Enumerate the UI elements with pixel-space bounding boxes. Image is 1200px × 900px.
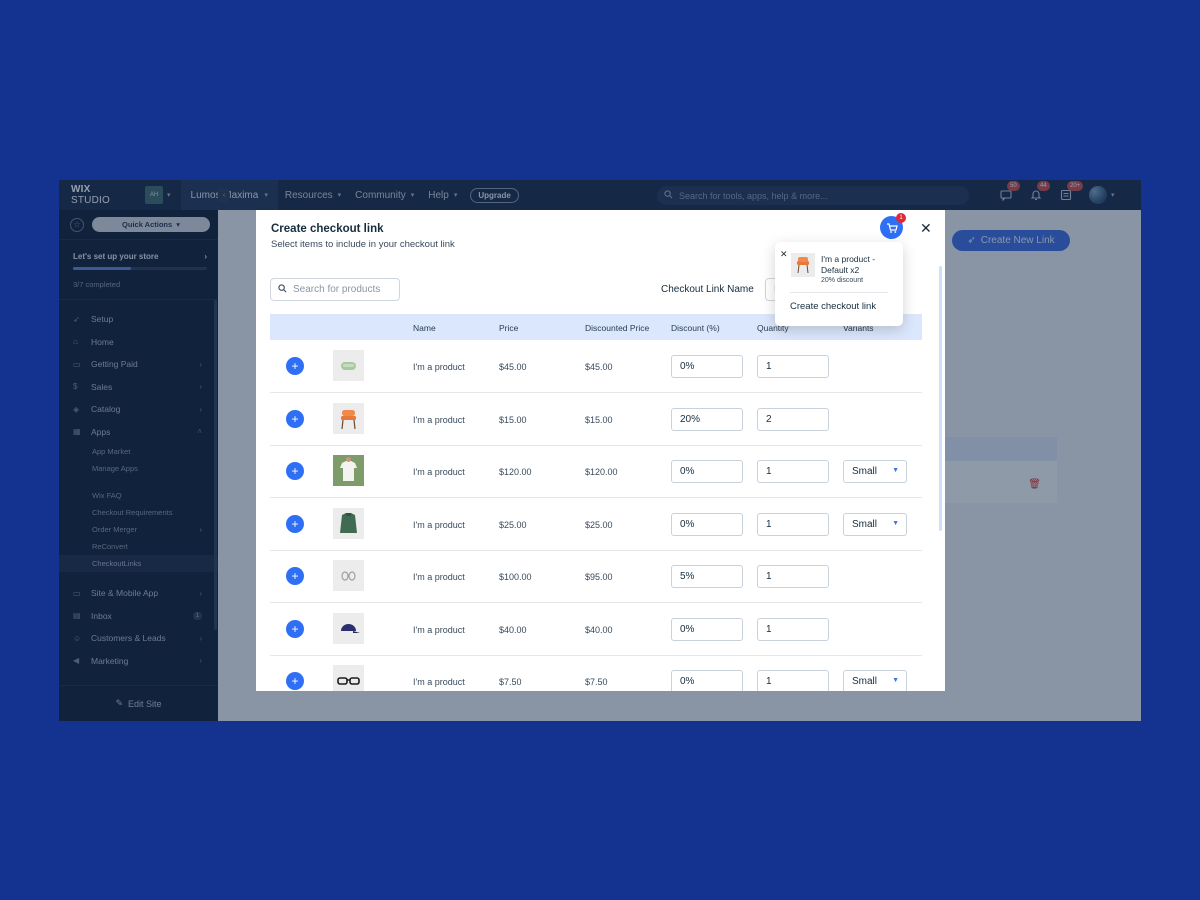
product-discounted-price: $7.50 xyxy=(585,677,608,687)
product-thumbnail xyxy=(333,507,364,539)
product-search-placeholder: Search for products xyxy=(293,284,381,295)
product-thumbnail xyxy=(333,455,364,486)
remove-item-icon[interactable]: ✕ xyxy=(780,249,788,260)
add-product-button[interactable]: + xyxy=(286,672,304,690)
create-checkout-link-button[interactable]: Create checkout link xyxy=(790,301,876,312)
product-discounted-price: $95.00 xyxy=(585,572,613,582)
variant-select[interactable]: Small ▼ xyxy=(843,670,907,691)
cart-count-badge: 1 xyxy=(896,213,906,223)
add-product-button[interactable]: + xyxy=(286,357,304,375)
product-name: I'm a product xyxy=(413,467,465,477)
discount-input[interactable]: 0% xyxy=(671,670,743,691)
add-product-button[interactable]: + xyxy=(286,409,304,428)
product-name: I'm a product xyxy=(413,572,465,582)
discount-input[interactable]: 0% xyxy=(671,617,743,641)
quantity-input[interactable]: 1 xyxy=(757,512,829,536)
discount-input[interactable]: 0% xyxy=(671,460,743,483)
product-name: I'm a product xyxy=(413,624,465,635)
table-row: + I'm a product $45.00 $45.00 0% 1 xyxy=(270,340,922,393)
column-header-discounted-price: Discounted Price xyxy=(585,323,650,333)
column-header-price: Price xyxy=(499,323,519,333)
add-product-button[interactable]: + xyxy=(286,619,304,638)
quantity-input[interactable]: 1 xyxy=(757,460,829,483)
modal-title: Create checkout link xyxy=(271,223,384,235)
cart-button[interactable]: 1 xyxy=(880,213,906,239)
product-price: $15.00 xyxy=(499,414,527,425)
product-discounted-price: $25.00 xyxy=(585,519,613,530)
product-thumbnail xyxy=(333,560,364,591)
table-row: + I'm a product $25.00 $25.00 0% 1 Small… xyxy=(270,498,922,551)
product-price: $100.00 xyxy=(499,572,532,582)
search-icon xyxy=(278,284,287,295)
modal-subtitle: Select items to include in your checkout… xyxy=(271,239,455,250)
add-product-button[interactable]: + xyxy=(286,567,304,585)
quantity-input[interactable]: 2 xyxy=(757,407,829,431)
close-icon[interactable]: ✕ xyxy=(920,220,932,237)
table-row: + I'm a product $15.00 $15.00 20% 2 xyxy=(270,393,922,446)
product-name: I'm a product xyxy=(413,414,465,425)
quantity-input[interactable]: 1 xyxy=(757,565,829,588)
quantity-input[interactable]: 1 xyxy=(757,670,829,691)
divider xyxy=(790,292,888,293)
product-price: $40.00 xyxy=(499,624,527,635)
product-price: $7.50 xyxy=(499,677,522,687)
modal-scrollbar[interactable] xyxy=(939,266,942,531)
product-discounted-price: $15.00 xyxy=(585,414,613,425)
product-name: I'm a product xyxy=(413,677,465,687)
table-row: + I'm a product $120.00 $120.00 0% 1 Sma… xyxy=(270,445,922,498)
table-row: + I'm a product $100.00 $95.00 5% 1 xyxy=(270,550,922,603)
add-product-button[interactable]: + xyxy=(286,514,304,533)
cart-item-discount: 20% discount xyxy=(821,277,864,284)
column-header-discount: Discount (%) xyxy=(671,323,720,333)
quantity-input[interactable]: 1 xyxy=(757,355,829,378)
product-discounted-price: $120.00 xyxy=(585,467,618,477)
product-price: $45.00 xyxy=(499,362,527,372)
quantity-input[interactable]: 1 xyxy=(757,617,829,641)
checkout-link-name-label: Checkout Link Name xyxy=(661,284,754,295)
cart-item-name: I'm a product - Default x2 xyxy=(821,254,876,275)
discount-input[interactable]: 5% xyxy=(671,565,743,588)
column-header-name: Name xyxy=(413,323,436,333)
table-row: + I'm a product $7.50 $7.50 0% 1 Small ▼ xyxy=(270,655,922,691)
discount-input[interactable]: 20% xyxy=(671,407,743,431)
product-price: $120.00 xyxy=(499,467,532,477)
variant-select[interactable]: Small ▼ xyxy=(843,460,907,483)
product-thumbnail xyxy=(333,402,364,434)
cart-item-thumbnail xyxy=(791,253,815,277)
discount-input[interactable]: 0% xyxy=(671,355,743,378)
chevron-down-icon: ▼ xyxy=(892,467,899,474)
add-product-button[interactable]: + xyxy=(286,462,304,480)
discount-input[interactable]: 0% xyxy=(671,512,743,536)
cart-popover: ✕ I'm a product - Default x2 20% discoun… xyxy=(775,242,903,326)
cart-icon xyxy=(886,222,898,233)
product-discounted-price: $40.00 xyxy=(585,624,613,635)
product-name: I'm a product xyxy=(413,362,465,372)
chevron-down-icon: ▼ xyxy=(892,677,899,684)
variant-select[interactable]: Small ▼ xyxy=(843,512,907,536)
product-discounted-price: $45.00 xyxy=(585,362,613,372)
product-thumbnail xyxy=(333,350,364,381)
chevron-down-icon: ▼ xyxy=(892,519,899,527)
product-thumbnail xyxy=(333,612,364,644)
product-thumbnail xyxy=(333,665,364,691)
table-row: + I'm a product $40.00 $40.00 0% 1 xyxy=(270,603,922,656)
product-price: $25.00 xyxy=(499,519,527,530)
product-name: I'm a product xyxy=(413,519,465,530)
product-search-input[interactable]: Search for products xyxy=(270,278,400,301)
